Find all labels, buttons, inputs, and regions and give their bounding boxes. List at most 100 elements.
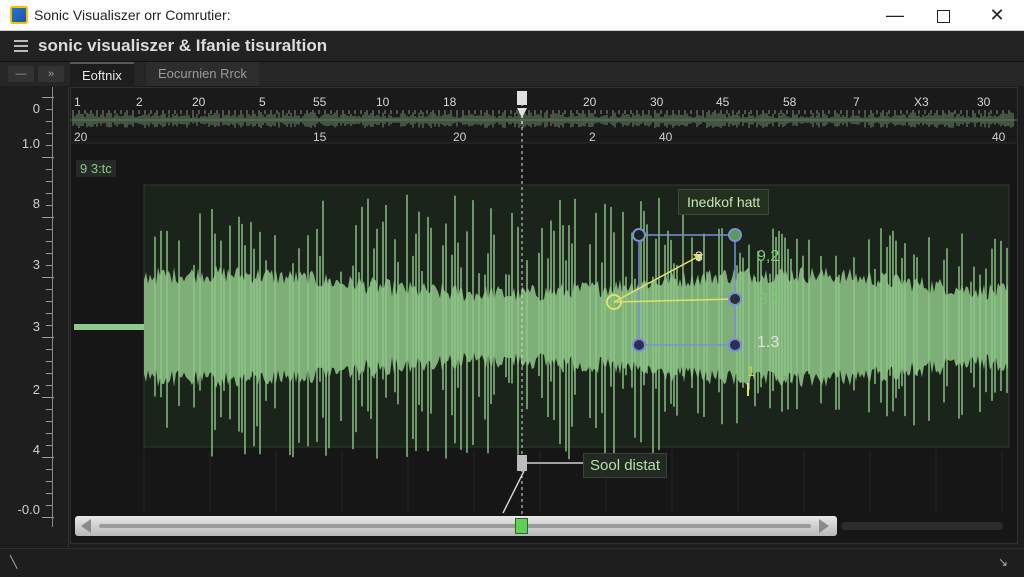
horizontal-scrollbar[interactable] (75, 516, 1003, 536)
timeline-sublabel: 20 (453, 130, 467, 144)
scroll-right-icon[interactable] (819, 519, 829, 533)
timeline-label: 30 (650, 95, 664, 109)
ruler-label: 0 (32, 101, 40, 116)
ruler-tick (42, 397, 54, 398)
app-icon (10, 6, 28, 24)
selection-handle (728, 228, 742, 242)
ruler-tick (46, 385, 52, 386)
ruler-tick (46, 205, 52, 206)
maximize-icon (936, 9, 950, 23)
timeline-label: 10 (376, 95, 390, 109)
timeline-label: 7 (853, 95, 860, 109)
ruler-tick (46, 349, 52, 350)
ruler-tick (46, 241, 52, 242)
resize-grip-icon: ╲ (10, 555, 18, 569)
ruler-tick (42, 337, 54, 338)
annotation-value: 3 2 (759, 291, 782, 308)
minimize-icon: — (886, 5, 904, 25)
ruler-tick (46, 145, 52, 146)
tab-eocurnien-rrck[interactable]: Eocurnien Rrck (146, 62, 259, 86)
timeline-label: 20 (192, 95, 206, 109)
annotation-value: 9,2 (757, 248, 780, 265)
collapse-button[interactable]: — (8, 66, 34, 82)
vertical-scale-ruler: 0 1.0 8 3 3 2 4 -0.0 (0, 87, 69, 547)
ruler-tick (46, 133, 52, 134)
annotation-value: 1 (747, 363, 755, 379)
ruler-tick (46, 301, 52, 302)
ruler-tick (42, 97, 54, 98)
layer-label[interactable]: 9 3:tc (76, 160, 116, 177)
ruler-tick (46, 421, 52, 422)
timeline-label: 30 (977, 95, 991, 109)
annotation-marker-label: 3 (695, 248, 703, 264)
ruler-tick (46, 253, 52, 254)
window-title-bar: Sonic Visualiszer orr Comrutier: — ✕ (0, 0, 1024, 31)
timeline-label: 20 (583, 95, 597, 109)
close-icon: ✕ (989, 5, 1005, 25)
ruler-tick (46, 313, 52, 314)
ruler-tick (46, 109, 52, 110)
scrollbar-thumb[interactable] (75, 516, 837, 536)
selection-handle (632, 228, 646, 242)
ruler-label: 8 (32, 196, 40, 211)
ruler-label: 2 (32, 382, 40, 397)
waveform-canvas[interactable] (71, 88, 1017, 543)
silence-segment (74, 324, 144, 330)
ruler-tick (46, 289, 52, 290)
timeline-sublabel: 15 (313, 130, 327, 144)
annotation-value: 1.3 (757, 334, 780, 351)
app-header: sonic visualiszer & Ifanie tisuraltion (0, 31, 1024, 62)
ruler-tick (46, 121, 52, 122)
status-bar: ╲ ↘ (0, 548, 1024, 577)
timeline-sublabel: 2 (589, 130, 596, 144)
ruler-tick (42, 277, 54, 278)
hamburger-menu-icon[interactable] (14, 40, 28, 42)
ruler-tick (46, 505, 52, 506)
window-title: Sonic Visualiszer orr Comrutier: (34, 7, 231, 23)
selection-handle (632, 338, 646, 352)
ruler-tick (46, 361, 52, 362)
ruler-tick (46, 433, 52, 434)
ruler-tick (42, 157, 54, 158)
ruler-tick (46, 373, 52, 374)
ruler-label: 4 (32, 442, 40, 457)
selection-handle (728, 292, 742, 306)
timeline-label: X3 (914, 95, 929, 109)
scrollbar-groove (99, 524, 811, 528)
expand-button[interactable]: » (38, 66, 64, 82)
minimize-button[interactable]: — (872, 0, 918, 30)
ruler-tick (42, 517, 54, 518)
scrollbar-track-remainder[interactable] (841, 522, 1003, 530)
timeline-sublabel: 20 (74, 130, 88, 144)
timeline-label: 2 (136, 95, 143, 109)
cursor-connector (502, 470, 525, 514)
ruler-tick (46, 445, 52, 446)
tab-eoftnix[interactable]: Eoftnix (70, 62, 134, 88)
tab-bar: — » Eoftnix Eocurnien Rrck (0, 62, 1024, 88)
ruler-tick (46, 169, 52, 170)
close-button[interactable]: ✕ (974, 0, 1020, 30)
timeline-label: 5 (259, 95, 266, 109)
ruler-axis-line (52, 87, 53, 527)
maximize-button[interactable] (920, 0, 966, 30)
ruler-label: 1.0 (21, 136, 40, 151)
scroll-left-icon[interactable] (81, 519, 91, 533)
timeline-label: 58 (783, 95, 797, 109)
annotation-label[interactable]: Inedkof hatt (678, 189, 770, 215)
ruler-tick (46, 481, 52, 482)
ruler-tick (46, 469, 52, 470)
ruler-label: -0.0 (17, 502, 40, 517)
ruler-tick (46, 493, 52, 494)
playhead-scroll-marker[interactable] (515, 518, 528, 534)
ruler-tick (46, 265, 52, 266)
playhead-handle (517, 91, 527, 105)
ruler-tick (46, 193, 52, 194)
waveform-view[interactable]: 1 2 20 5 55 10 18 20 30 45 58 7 X3 30 20… (70, 87, 1018, 544)
ruler-tick (46, 409, 52, 410)
ruler-label: 3 (32, 319, 40, 334)
timeline-label: 18 (443, 95, 457, 109)
ruler-tick (46, 181, 52, 182)
corner-resize-icon[interactable]: ↘ (998, 555, 1008, 569)
timeline-label: 1 (74, 95, 81, 109)
ruler-tick (42, 217, 54, 218)
